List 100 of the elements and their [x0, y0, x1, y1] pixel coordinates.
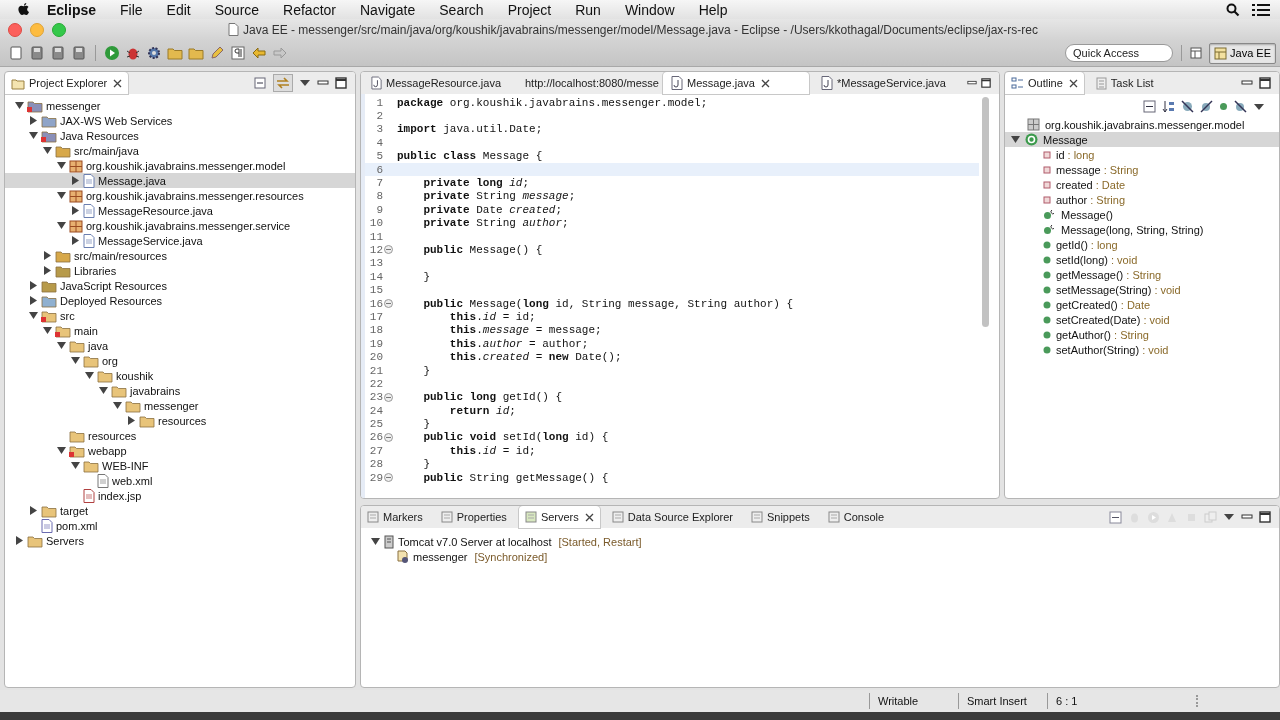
outline-item[interactable]: getId() : long [1005, 237, 1279, 252]
tree-item[interactable]: Message.java [5, 173, 355, 188]
tree-item[interactable]: JavaScript Resources [5, 278, 355, 293]
expand-arrow-icon[interactable] [29, 506, 38, 515]
view-tab[interactable]: Servers [518, 506, 600, 528]
save-icon[interactable] [29, 45, 45, 61]
hide-local-icon[interactable] [1234, 100, 1247, 113]
menu-item[interactable]: Edit [166, 1, 191, 18]
expand-arrow-icon[interactable] [29, 296, 38, 305]
editor-tab[interactable]: Message.java [663, 72, 809, 94]
collapse-all-icon[interactable] [1109, 510, 1122, 524]
sort-icon[interactable] [1162, 100, 1175, 113]
fold-icon[interactable] [384, 392, 393, 402]
view-menu-icon[interactable] [1253, 101, 1265, 112]
expand-arrow-icon[interactable] [1011, 135, 1020, 144]
tree-item[interactable]: MessageService.java [5, 233, 355, 248]
expand-arrow-icon[interactable] [43, 251, 52, 260]
expand-arrow-icon[interactable] [43, 146, 52, 155]
maximize-icon[interactable] [1259, 511, 1271, 523]
expand-arrow-icon[interactable] [15, 101, 24, 110]
view-tab[interactable]: Outline [1005, 72, 1084, 94]
editor-tab[interactable]: http://localhost:8080/messe [513, 72, 659, 94]
start-icon[interactable] [1147, 510, 1160, 524]
hide-fields-icon[interactable] [1181, 100, 1194, 113]
expand-arrow-icon[interactable] [85, 371, 94, 380]
tree-item[interactable]: org.koushik.javabrains.messenger.resources [5, 188, 355, 203]
tree-item[interactable]: webapp [5, 443, 355, 458]
tree-item[interactable]: org [5, 353, 355, 368]
close-button[interactable] [8, 22, 22, 37]
view-menu-icon[interactable] [1223, 512, 1235, 522]
apple-logo-icon[interactable] [17, 2, 30, 17]
editor-tab[interactable]: *MessageService.java [813, 72, 959, 94]
menu-item[interactable]: Help [698, 1, 728, 18]
tree-item[interactable]: src/main/resources [5, 248, 355, 263]
view-tab[interactable]: Project Explorer [5, 72, 129, 94]
tree-item[interactable]: Java Resources [5, 128, 355, 143]
tree-item[interactable]: Servers [5, 533, 355, 548]
tree-item[interactable]: messenger [5, 98, 355, 113]
save-all-icon[interactable] [50, 45, 66, 61]
minimize-icon[interactable] [1241, 78, 1253, 88]
menu-item[interactable]: Project [507, 1, 552, 18]
expand-arrow-icon[interactable] [29, 131, 38, 140]
outline-item[interactable]: created : Date [1005, 177, 1279, 192]
tree-item[interactable]: pom.xml [5, 518, 355, 533]
pencil-icon[interactable] [209, 45, 225, 61]
outline-item[interactable]: getCreated() : Date [1005, 297, 1279, 312]
outline-item[interactable]: message : String [1005, 162, 1279, 177]
view-tab[interactable]: Markers [361, 506, 429, 528]
tree-item[interactable]: org.koushik.javabrains.messenger.model [5, 158, 355, 173]
expand-arrow-icon[interactable] [57, 341, 66, 350]
expand-arrow-icon[interactable] [71, 206, 80, 215]
expand-arrow-icon[interactable] [57, 446, 66, 455]
menu-item[interactable]: Navigate [360, 1, 416, 18]
paragraph-icon[interactable] [230, 45, 246, 61]
folder-icon[interactable] [188, 45, 204, 61]
menu-item[interactable]: Source [214, 1, 260, 18]
menu-item[interactable]: Refactor [283, 1, 336, 18]
editor-tab[interactable]: MessageResource.java [363, 72, 509, 94]
expand-arrow-icon[interactable] [71, 461, 80, 470]
outline-item[interactable]: Message [1005, 132, 1279, 147]
view-tab[interactable]: Snippets [744, 506, 816, 528]
outline-item[interactable]: Message(long, String, String) [1005, 222, 1279, 237]
expand-arrow-icon[interactable] [29, 281, 38, 290]
view-tab[interactable]: Task List [1089, 72, 1160, 94]
close-icon[interactable] [113, 78, 123, 88]
fold-icon[interactable] [384, 473, 393, 483]
open-perspective-icon[interactable] [1190, 46, 1205, 60]
expand-arrow-icon[interactable] [99, 386, 108, 395]
minimize-icon[interactable] [1241, 512, 1253, 522]
tree-item[interactable]: MessageResource.java [5, 203, 355, 218]
tree-item[interactable]: index.jsp [5, 488, 355, 503]
expand-arrow-icon[interactable] [113, 401, 122, 410]
back-arrow-icon[interactable] [251, 45, 267, 61]
tree-item[interactable]: koushik [5, 368, 355, 383]
hide-static-icon[interactable] [1200, 100, 1213, 113]
view-tab[interactable]: Data Source Explorer [605, 506, 739, 528]
menu-item[interactable]: File [120, 1, 143, 18]
fold-icon[interactable] [384, 245, 393, 255]
public-filter-icon[interactable] [1219, 102, 1228, 111]
maximize-icon[interactable] [1259, 77, 1271, 89]
tree-item[interactable]: web.xml [5, 473, 355, 488]
view-menu-icon[interactable] [299, 78, 311, 88]
outline-item[interactable]: Message() [1005, 207, 1279, 222]
close-icon[interactable] [1068, 78, 1078, 88]
tree-item[interactable]: WEB-INF [5, 458, 355, 473]
expand-arrow-icon[interactable] [43, 326, 52, 335]
menu-item[interactable]: Window [624, 1, 675, 18]
menu-item[interactable]: Search [439, 1, 484, 18]
tree-item[interactable]: resources [5, 413, 355, 428]
view-tab[interactable]: Properties [434, 506, 513, 528]
expand-arrow-icon[interactable] [29, 311, 38, 320]
fold-icon[interactable] [384, 432, 393, 442]
run-icon[interactable] [104, 45, 120, 61]
expand-arrow-icon[interactable] [127, 416, 136, 425]
search-icon[interactable] [1226, 2, 1240, 17]
expand-arrow-icon[interactable] [57, 191, 66, 200]
expand-arrow-icon[interactable] [71, 236, 80, 245]
folder-icon[interactable] [167, 45, 183, 61]
outline-item[interactable]: getAuthor() : String [1005, 327, 1279, 342]
outline-item[interactable]: setId(long) : void [1005, 252, 1279, 267]
